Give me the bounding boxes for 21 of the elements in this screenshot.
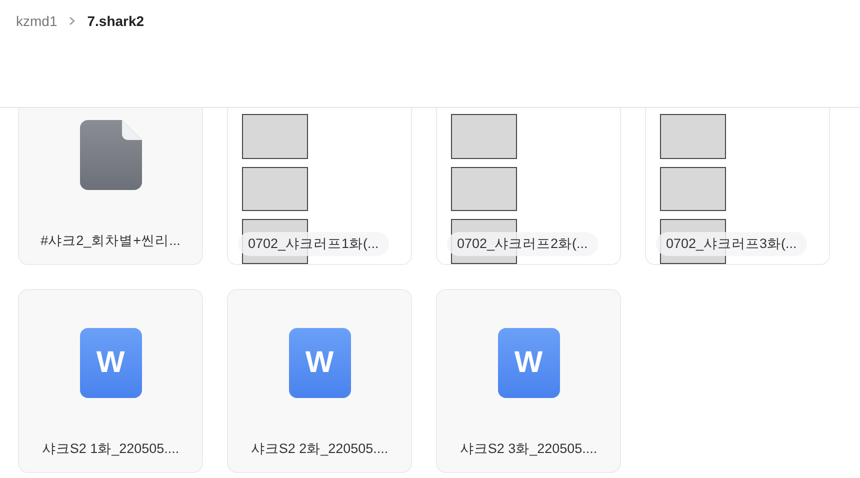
file-card[interactable]: 0702_샤크러프2화(...	[436, 108, 621, 265]
file-name: #샤크2_회차별+씬리...	[40, 232, 180, 250]
file-card[interactable]: W 샤크S2 1화_220505....	[18, 289, 203, 473]
file-card[interactable]: W 샤크S2 2화_220505....	[227, 289, 412, 473]
file-card[interactable]: 0702_샤크러프3화(...	[645, 108, 830, 265]
file-name: 샤크S2 3화_220505....	[460, 440, 598, 458]
breadcrumb-link[interactable]: kzmd1	[16, 12, 58, 28]
word-document-icon: W	[80, 328, 142, 398]
file-name: 0702_샤크러프2화(...	[447, 232, 598, 256]
file-name: 샤크S2 1화_220505....	[42, 440, 180, 458]
chevron-right-icon	[67, 16, 78, 26]
file-name: 0702_샤크러프3화(...	[656, 232, 807, 256]
current-folder-label: 7.shark2	[87, 12, 144, 28]
file-card[interactable]: W 샤크S2 3화_220505....	[436, 289, 621, 473]
file-name: 샤크S2 2화_220505....	[250, 440, 388, 458]
file-card[interactable]: #샤크2_회차별+씬리...	[18, 108, 203, 265]
word-document-icon: W	[498, 328, 560, 398]
file-card[interactable]: 0702_샤크러프1화(...	[227, 108, 412, 265]
document-icon	[80, 120, 142, 190]
file-name: 0702_샤크러프1화(...	[238, 232, 389, 256]
word-document-icon: W	[288, 328, 350, 398]
